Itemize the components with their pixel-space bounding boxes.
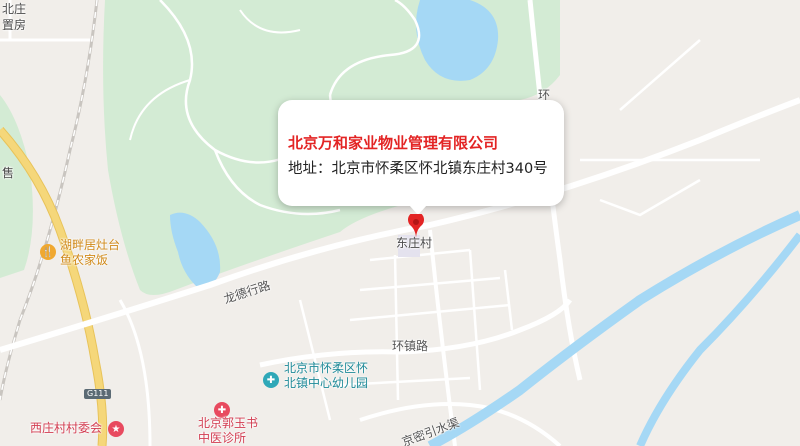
village-committee-poi[interactable]: 西庄村村委会	[30, 421, 102, 436]
highway-shield: G111	[84, 389, 112, 399]
poi-name-line1: 西庄村村委会	[30, 421, 103, 435]
park-area	[0, 95, 33, 278]
info-popup[interactable]: 北京万和家业物业管理有限公司 地址：北京市怀柔区怀北镇东庄村340号	[278, 100, 564, 206]
side-partial-label: 售	[2, 166, 15, 180]
poi-name-line2: 中医诊所	[198, 431, 247, 445]
poi-name-line1: 湖畔居灶台	[60, 238, 121, 252]
committee-icon[interactable]: ★	[108, 421, 124, 437]
popup-address: 地址：北京市怀柔区怀北镇东庄村340号	[288, 161, 548, 177]
poi-name-line2: 北镇中心幼儿园	[284, 376, 369, 390]
huanzhen-road-label: 环镇路	[392, 339, 429, 353]
map-canvas[interactable]: G111 北庄 置房 售 环 东庄村 龙德行路 环镇路 京密引水渠 🍴 湖畔居灶…	[0, 0, 800, 446]
canal	[427, 210, 800, 446]
village-sub-label: 置房	[2, 18, 27, 32]
popup-title[interactable]: 北京万和家业物业管理有限公司	[288, 132, 498, 153]
poi-name-line1: 北京郭玉书	[198, 416, 259, 430]
clinic-poi[interactable]: 北京郭玉书 中医诊所	[198, 416, 258, 446]
poi-name-line1: 北京市怀柔区怀	[284, 361, 369, 375]
poi-name-line2: 鱼农家饭	[60, 253, 109, 267]
kindergarten-poi[interactable]: 北京市怀柔区怀 北镇中心幼儿园	[284, 361, 368, 391]
restaurant-icon[interactable]: 🍴	[40, 244, 56, 260]
restaurant-poi[interactable]: 湖畔居灶台 鱼农家饭	[60, 238, 120, 268]
map-base-layer	[0, 0, 800, 446]
kindergarten-icon[interactable]: ✚	[263, 372, 279, 388]
village-label[interactable]: 北庄	[2, 2, 26, 16]
huanzhen-road	[259, 298, 573, 368]
location-pin-icon[interactable]	[407, 214, 425, 240]
